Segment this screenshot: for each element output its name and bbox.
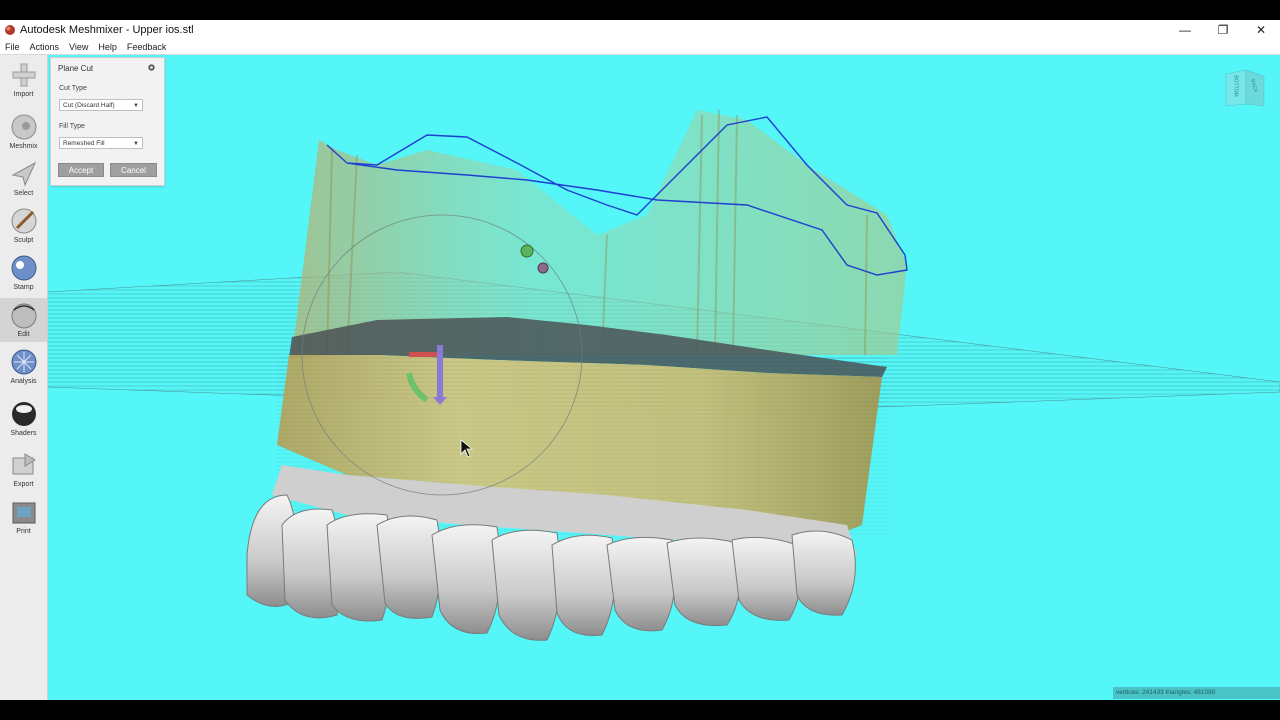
tool-label: Analysis bbox=[10, 378, 37, 385]
analysis-icon bbox=[11, 349, 36, 375]
menu-file[interactable]: File bbox=[0, 40, 25, 54]
tool-stamp[interactable]: Stamp bbox=[0, 251, 47, 295]
fill-type-label: Fill Type bbox=[59, 123, 85, 130]
cut-type-value: Cut (Discard Half) bbox=[63, 102, 115, 109]
restore-button[interactable]: ❐ bbox=[1204, 20, 1242, 40]
chevron-down-icon: ▼ bbox=[133, 103, 139, 109]
title-bar: Autodesk Meshmixer - Upper ios.stl — ❐ ✕ bbox=[0, 20, 1280, 40]
tool-label: Export bbox=[13, 481, 34, 488]
tool-print[interactable]: Print bbox=[0, 495, 47, 539]
select-icon bbox=[11, 161, 36, 187]
navcube-icon bbox=[1225, 70, 1265, 107]
menu-help[interactable]: Help bbox=[93, 40, 122, 54]
mesh-stats: vertices: 241433 triangles: 481080 bbox=[1113, 687, 1280, 699]
tool-label: Select bbox=[13, 190, 34, 197]
view-navcube[interactable]: BOTTOM BACK bbox=[1222, 70, 1266, 108]
menu-feedback[interactable]: Feedback bbox=[122, 40, 172, 54]
tool-sculpt[interactable]: Sculpt bbox=[0, 204, 47, 248]
chevron-down-icon: ▼ bbox=[133, 141, 139, 147]
panel-title: Plane Cut bbox=[58, 64, 94, 73]
navcube-label-bottom: BOTTOM bbox=[1232, 75, 1239, 97]
cut-type-label: Cut Type bbox=[59, 85, 87, 92]
edit-icon bbox=[11, 303, 36, 329]
tool-analysis[interactable]: Analysis bbox=[0, 345, 47, 389]
print-icon bbox=[12, 502, 35, 524]
left-toolbar: Import Meshmix Select Sculpt Stamp Edit … bbox=[0, 55, 48, 700]
menu-bar: File Actions View Help Feedback bbox=[0, 40, 1280, 55]
fill-type-value: Remeshed Fill bbox=[63, 140, 105, 147]
tool-meshmix[interactable]: Meshmix bbox=[0, 110, 47, 154]
stamp-icon bbox=[11, 255, 36, 281]
tool-label: Meshmix bbox=[9, 143, 38, 150]
gizmo-handle-green[interactable] bbox=[520, 244, 534, 258]
discarded-mesh bbox=[292, 110, 907, 355]
cut-type-select[interactable]: Cut (Discard Half) ▼ bbox=[59, 99, 143, 111]
shaders-icon bbox=[11, 402, 36, 426]
tool-label: Sculpt bbox=[13, 237, 34, 244]
close-button[interactable]: ✕ bbox=[1242, 20, 1280, 40]
tool-label: Shaders bbox=[10, 430, 37, 437]
window-title: Autodesk Meshmixer - Upper ios.stl bbox=[20, 24, 194, 36]
export-icon bbox=[12, 453, 36, 475]
plane-cut-panel: Plane Cut Cut Type Cut (Discard Half) ▼ … bbox=[50, 57, 165, 186]
tool-select[interactable]: Select bbox=[0, 157, 47, 201]
scene bbox=[47, 109, 1280, 641]
3d-viewport[interactable]: BOTTOM BACK bbox=[47, 55, 1280, 700]
meshmixer-app-icon bbox=[5, 25, 15, 35]
import-icon bbox=[12, 63, 35, 87]
gear-icon[interactable] bbox=[147, 63, 156, 72]
menu-view[interactable]: View bbox=[64, 40, 93, 54]
cancel-button[interactable]: Cancel bbox=[110, 163, 157, 177]
tool-label: Import bbox=[13, 91, 34, 98]
menu-actions[interactable]: Actions bbox=[25, 40, 65, 54]
meshmix-icon bbox=[11, 114, 36, 140]
tool-edit[interactable]: Edit bbox=[0, 298, 47, 342]
fill-type-select[interactable]: Remeshed Fill ▼ bbox=[59, 137, 143, 149]
tool-label: Edit bbox=[17, 331, 30, 338]
tool-import[interactable]: Import bbox=[0, 58, 47, 102]
tool-shaders[interactable]: Shaders bbox=[0, 397, 47, 441]
sculpt-icon bbox=[11, 208, 36, 234]
gizmo-handle-purple[interactable] bbox=[537, 262, 549, 274]
minimize-button[interactable]: — bbox=[1166, 20, 1204, 40]
tool-label: Stamp bbox=[13, 284, 34, 291]
tool-export[interactable]: Export bbox=[0, 448, 47, 492]
tool-label: Print bbox=[16, 528, 31, 535]
accept-button[interactable]: Accept bbox=[58, 163, 104, 177]
